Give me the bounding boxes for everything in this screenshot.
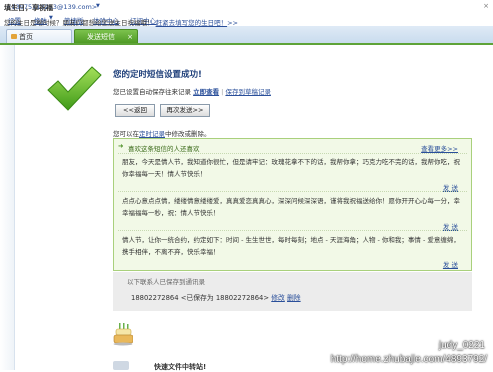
divider bbox=[118, 230, 467, 231]
tab-home[interactable]: 首页 bbox=[6, 29, 72, 43]
link-separator: | bbox=[221, 88, 224, 96]
transfer-title: 快速文件中转站! bbox=[154, 363, 207, 371]
arrow-right-icon: ➜ bbox=[118, 142, 124, 150]
divider bbox=[118, 191, 467, 192]
left-rail bbox=[0, 45, 15, 370]
delete-contact-link[interactable]: 删除 bbox=[287, 294, 301, 302]
birthday-text-row: 您的生日是啥时候？朋友们都想给您送生日祝福哦！ 赶紧去填写您的生日吧！>> bbox=[4, 17, 238, 27]
cake-icon bbox=[113, 322, 134, 346]
view-more-link[interactable]: 查看更多>> bbox=[421, 143, 458, 153]
success-title: 您的定时短信设置成功! bbox=[113, 70, 202, 80]
resend-button[interactable]: 再次发送>> bbox=[160, 104, 210, 117]
tab-send-sms[interactable]: 发送短信 × bbox=[74, 29, 138, 43]
contact-row: 18802272864 <已保存为 18802272864> 修改 删除 bbox=[131, 292, 301, 302]
contact-saved-number: 18802272864> bbox=[215, 294, 270, 302]
birthday-text: 您的生日是啥时候？朋友们都想给您送生日祝福哦！ bbox=[4, 19, 154, 27]
sms-template-3[interactable]: 情人节，让你一统合约，约定如下：时间 - 生生世世，每时每刻；地点 - 天涯海角… bbox=[122, 235, 460, 258]
watermark-user: judy_0221 bbox=[438, 340, 485, 351]
close-tab-icon[interactable]: × bbox=[127, 30, 133, 44]
fill-birthday-arrow[interactable]: >> bbox=[227, 19, 238, 27]
folder-icon bbox=[113, 361, 129, 370]
account-dropdown-icon[interactable]: ▼ bbox=[96, 3, 100, 9]
home-icon bbox=[11, 34, 17, 39]
contacts-heading: 以下联系人已保存到通讯录 bbox=[127, 278, 205, 286]
watermark-url: http://home.zhubajie.com/4893792/ bbox=[330, 354, 487, 365]
tab-home-label: 首页 bbox=[19, 33, 33, 41]
saved-contacts-box: 以下联系人已保存到通讯录 18802272864 <已保存为 188022728… bbox=[113, 272, 472, 311]
birthday-title: 填生日，享祝福 bbox=[4, 4, 53, 12]
fill-birthday-link[interactable]: 赶紧去填写您的生日吧！ bbox=[156, 19, 228, 27]
success-desc-row: 您已设置自动保存往来记录 立即查看 | 保存到草稿记录 bbox=[113, 86, 271, 96]
success-desc: 您已设置自动保存往来记录 bbox=[113, 88, 191, 96]
view-now-link[interactable]: 立即查看 bbox=[193, 88, 219, 96]
hint-text-post: 中修改或删除。 bbox=[165, 130, 211, 138]
back-button[interactable]: <<返回 bbox=[115, 104, 155, 117]
send-button-3[interactable]: 发 送 bbox=[443, 259, 458, 269]
tab-sms-label: 发送短信 bbox=[87, 33, 115, 41]
panel-header: 喜欢这条短信的人还喜欢 bbox=[128, 145, 200, 153]
tab-strip: 首页 发送短信 × bbox=[0, 26, 493, 45]
contact-number: 18802272864 bbox=[131, 294, 179, 302]
edit-hint: 您可以在定时记录中修改或删除。 bbox=[113, 128, 211, 138]
sms-template-1[interactable]: 朋友，今天是情人节，我知道你很忙，但是请牢记：玫瑰花拿不下的话，我帮你拿；巧克力… bbox=[122, 157, 460, 180]
contact-saved-as: <已保存为 bbox=[180, 294, 214, 302]
scheduled-records-link[interactable]: 定时记录 bbox=[139, 130, 165, 138]
close-promo-icon[interactable]: × bbox=[483, 2, 489, 10]
checkmark-icon bbox=[46, 64, 102, 112]
hint-text-pre: 您可以在 bbox=[113, 130, 139, 138]
recommended-sms-panel: ➜ 喜欢这条短信的人还喜欢 查看更多>> 朋友，今天是情人节，我知道你很忙，但是… bbox=[113, 138, 472, 271]
edit-contact-link[interactable]: 修改 bbox=[271, 294, 285, 302]
save-draft-link[interactable]: 保存到草稿记录 bbox=[225, 88, 271, 96]
divider bbox=[118, 153, 467, 154]
sms-template-2[interactable]: 点点心意点点情，缕缕情意缕缕爱，真真爱恋真真心，深深问候深深语，谨将我祝福送给你… bbox=[122, 196, 460, 219]
